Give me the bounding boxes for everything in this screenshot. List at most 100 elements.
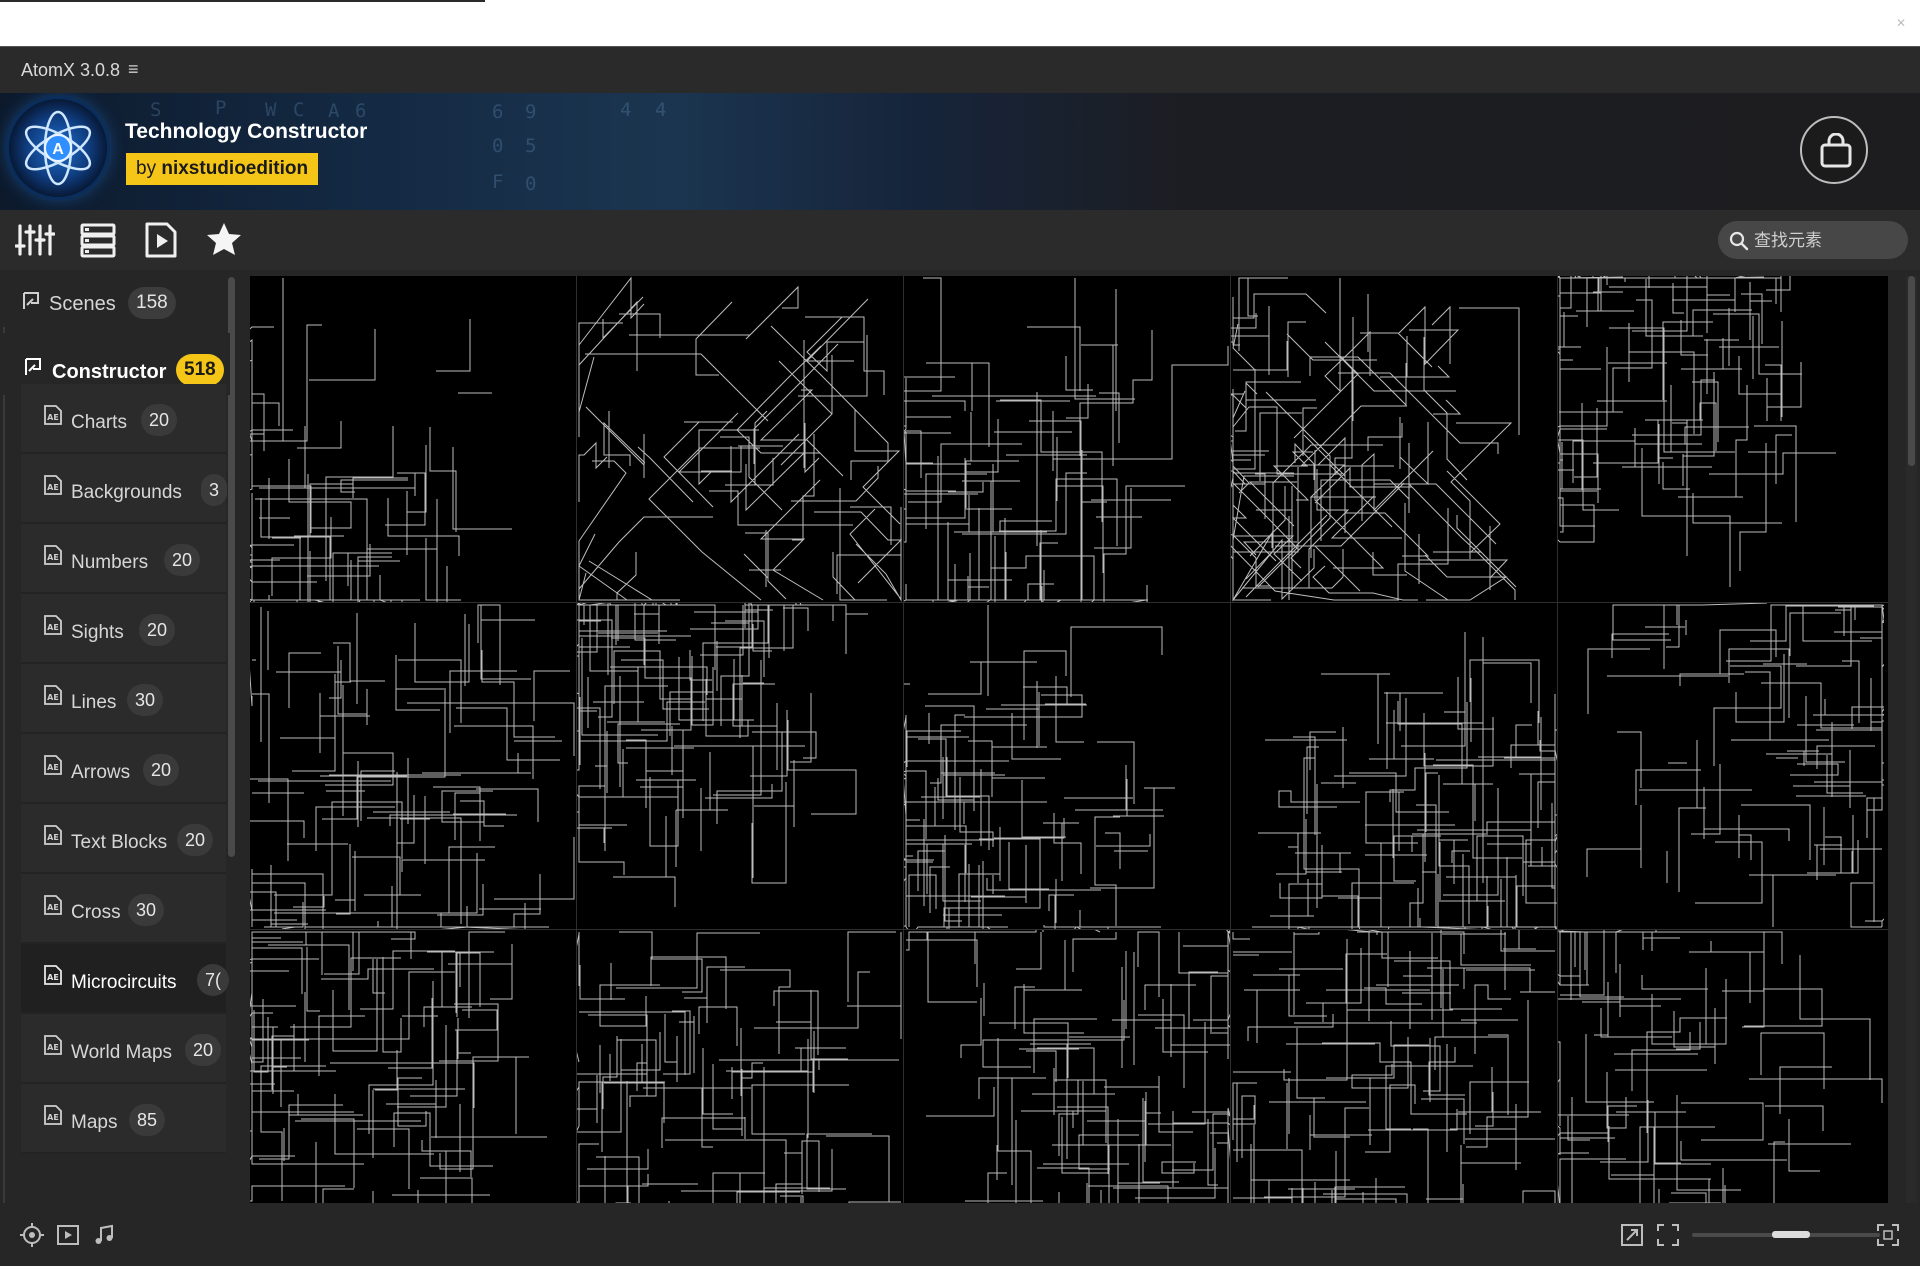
ae-file-icon: AE bbox=[44, 825, 62, 845]
sidebar-item-arrows[interactable]: AE Arrows 20 bbox=[21, 734, 226, 804]
sidebar-item-numbers[interactable]: AE Numbers 20 bbox=[21, 524, 226, 594]
sidebar-item-backgrounds[interactable]: AE Backgrounds 3 bbox=[21, 454, 228, 524]
asset-thumbnail[interactable] bbox=[577, 276, 903, 602]
grid-divider bbox=[1557, 276, 1558, 1203]
sidebar-item-cross[interactable]: AE Cross 30 bbox=[21, 874, 226, 944]
zoom-slider[interactable] bbox=[1692, 1231, 1880, 1238]
circuit-preview-image bbox=[1232, 930, 1556, 1203]
sidebar-item-scenes[interactable]: Scenes 158 bbox=[0, 271, 180, 333]
app-title: AtomX 3.0.8 bbox=[21, 60, 121, 80]
sidebar-item-lines[interactable]: AE Lines 30 bbox=[21, 664, 226, 734]
tree-guide-line bbox=[3, 327, 5, 1203]
grid-divider bbox=[903, 276, 904, 1203]
video-icon[interactable] bbox=[56, 1223, 80, 1247]
circuit-lines bbox=[1252, 632, 1557, 929]
asset-thumbnail[interactable] bbox=[577, 603, 903, 929]
circuit-lines bbox=[1586, 603, 1884, 928]
ae-file-icon: AE bbox=[44, 545, 62, 565]
asset-thumbnail[interactable] bbox=[1558, 930, 1884, 1203]
circuit-lines bbox=[578, 276, 903, 602]
svg-text:AE: AE bbox=[47, 1113, 59, 1122]
circuit-preview-image bbox=[906, 930, 1230, 1203]
music-icon[interactable] bbox=[92, 1223, 116, 1247]
svg-text:AE: AE bbox=[47, 483, 59, 492]
circuit-preview-image bbox=[577, 603, 868, 907]
count-badge: 20 bbox=[185, 1034, 222, 1066]
list-view-button[interactable] bbox=[78, 220, 118, 260]
settings-sliders-button[interactable] bbox=[15, 220, 55, 260]
count-badge: 158 bbox=[128, 287, 176, 319]
circuit-preview-image bbox=[578, 276, 903, 602]
banner-deco-text: 6 bbox=[492, 101, 518, 123]
sidebar-item-charts[interactable]: AE Charts 20 bbox=[21, 384, 226, 454]
byline-prefix: by bbox=[136, 158, 157, 179]
pack-author-badge[interactable]: by nixstudioedition bbox=[126, 153, 319, 185]
grid-divider bbox=[250, 929, 1888, 930]
count-badge: 20 bbox=[139, 614, 176, 646]
shop-bag-button[interactable] bbox=[1800, 116, 1868, 184]
sidebar-item-label: Arrows bbox=[71, 762, 131, 783]
circuit-preview-image bbox=[1558, 930, 1883, 1203]
category-sidebar: Scenes 158 Constructor 518 AE Charts 20 … bbox=[0, 271, 242, 1203]
play-file-icon bbox=[145, 222, 177, 258]
load-progress-bar bbox=[0, 0, 485, 2]
circuit-preview-image bbox=[250, 604, 575, 929]
search-box[interactable] bbox=[1718, 221, 1908, 259]
asset-thumbnail[interactable] bbox=[577, 930, 903, 1203]
asset-thumbnail[interactable] bbox=[904, 603, 1230, 929]
banner-deco-text: 0 bbox=[525, 173, 551, 195]
asset-thumbnail[interactable] bbox=[250, 276, 576, 602]
circuit-lines bbox=[1231, 277, 1520, 602]
status-bar bbox=[0, 1203, 1920, 1266]
asset-thumbnail[interactable] bbox=[1558, 603, 1884, 929]
asset-thumbnail[interactable] bbox=[1231, 603, 1557, 929]
hamburger-menu-button[interactable]: ≡ bbox=[128, 59, 139, 80]
circuit-preview-image bbox=[904, 277, 1229, 602]
circuit-preview-image bbox=[1252, 632, 1557, 929]
circuit-lines bbox=[904, 605, 1175, 929]
target-icon[interactable] bbox=[20, 1223, 44, 1247]
window-close-icon[interactable]: ✕ bbox=[1892, 14, 1910, 32]
sidebar-item-world-maps[interactable]: AE World Maps 20 bbox=[21, 1014, 226, 1084]
grid-divider bbox=[1230, 276, 1231, 1203]
count-badge: 85 bbox=[129, 1104, 166, 1136]
asset-thumbnail[interactable] bbox=[250, 930, 576, 1203]
sidebar-item-sights[interactable]: AE Sights 20 bbox=[21, 594, 226, 664]
count-badge: 518 bbox=[176, 354, 224, 386]
sidebar-item-label: Lines bbox=[71, 692, 117, 713]
grid-scrollbar[interactable] bbox=[1908, 276, 1915, 466]
fullscreen-icon[interactable] bbox=[1876, 1223, 1900, 1247]
shopping-bag-icon bbox=[1820, 133, 1852, 168]
atom-logo-icon: A bbox=[9, 99, 107, 197]
ae-file-icon: AE bbox=[44, 405, 62, 425]
sidebar-item-label: World Maps bbox=[71, 1042, 173, 1063]
search-input[interactable] bbox=[1752, 227, 1901, 255]
ae-file-icon: AE bbox=[44, 475, 62, 495]
circuit-preview-image bbox=[1586, 603, 1884, 928]
banner-deco-text: 9 bbox=[525, 101, 551, 123]
circuit-lines bbox=[577, 931, 902, 1203]
fit-icon[interactable] bbox=[1656, 1223, 1680, 1247]
ae-file-icon: AE bbox=[44, 685, 62, 705]
asset-thumbnail[interactable] bbox=[904, 276, 1230, 602]
sidebar-item-maps[interactable]: AE Maps 85 bbox=[21, 1084, 226, 1154]
preview-button[interactable] bbox=[141, 220, 181, 260]
list-icon bbox=[80, 223, 116, 258]
asset-thumbnail[interactable] bbox=[250, 603, 576, 929]
asset-thumbnail[interactable] bbox=[1231, 930, 1557, 1203]
circuit-preview-image bbox=[904, 605, 1175, 929]
grid-divider bbox=[576, 276, 577, 1203]
asset-thumbnail[interactable] bbox=[1558, 276, 1884, 602]
ae-file-icon: AE bbox=[44, 1035, 62, 1055]
ae-file-icon: AE bbox=[44, 1105, 62, 1125]
asset-thumbnail[interactable] bbox=[904, 930, 1230, 1203]
expand-icon[interactable] bbox=[1620, 1223, 1644, 1247]
zoom-slider-thumb[interactable] bbox=[1772, 1231, 1810, 1238]
author-name: nixstudioedition bbox=[161, 158, 309, 179]
favorites-button[interactable] bbox=[204, 220, 244, 260]
sidebar-item-text-blocks[interactable]: AE Text Blocks 20 bbox=[21, 804, 226, 874]
svg-text:AE: AE bbox=[47, 413, 59, 422]
count-badge: 20 bbox=[143, 754, 180, 786]
sidebar-item-microcircuits[interactable]: AE Microcircuits 7( bbox=[21, 944, 230, 1014]
asset-thumbnail[interactable] bbox=[1231, 276, 1557, 602]
